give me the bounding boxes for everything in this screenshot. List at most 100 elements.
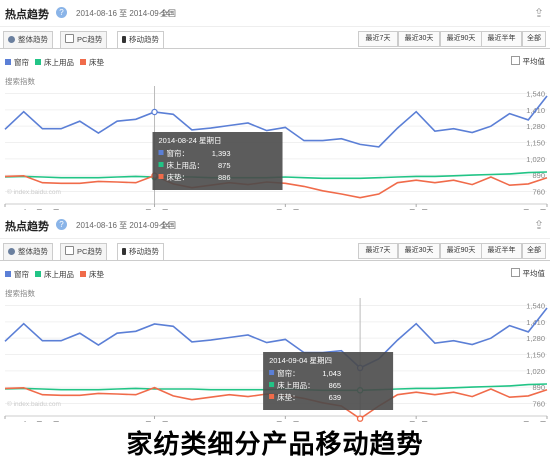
x-tick-label: 8月24日 [140,421,169,422]
average-label: 平均值 [522,57,546,66]
help-icon[interactable]: ? [56,219,67,230]
tooltip-swatch [158,150,164,155]
divider [0,260,550,261]
watermark: © index.baidu.com [7,400,61,408]
time-range-button[interactable]: 最近7天 [358,243,398,259]
time-range-button[interactable]: 全部 [522,243,546,259]
data-point[interactable] [356,415,364,422]
tab-label: 整体趋势 [18,35,48,44]
legend-item[interactable]: 床垫 [80,57,104,68]
tab-label: 移动趋势 [129,35,159,44]
tooltip-swatch [269,382,275,387]
pc-icon [65,34,74,43]
tooltip-value: 875 [218,161,231,170]
pc-icon [65,246,74,255]
checkbox[interactable] [510,268,520,277]
x-tick-label: 8月31日 [271,209,300,210]
x-tick-label: 9月14日 [518,209,547,210]
average-toggle[interactable]: 平均值 [510,268,545,279]
y-tick-label: 1,540 [526,90,545,99]
tab-mobile[interactable]: 移动趋势 [117,243,164,261]
y-tick-label: 760 [532,399,545,408]
tooltip-swatch [158,174,164,179]
legend-item[interactable]: 窗帘 [5,57,29,68]
legend-item[interactable]: 床上用品 [35,269,74,280]
tooltip: 2014-09-04 星期四窗帘： 1,043 床上用品： 865 床垫： 639 [263,352,394,410]
divider [0,48,550,49]
tooltip-label: 床上用品： [167,160,205,170]
time-range-button[interactable]: 最近半年 [481,31,522,47]
time-range-button[interactable]: 最近90天 [440,243,482,259]
caption: 家纺类细分产品移动趋势 [126,429,424,459]
tooltip-swatch [269,394,275,399]
legend-item[interactable]: 床垫 [80,269,104,280]
tab-label: PC趋势 [77,35,103,44]
watermark: © index.baidu.com [7,188,61,196]
panel-header: 热点趋势? 2014-08-16 至 2014-09-14 全国 ⇪ [0,212,550,239]
overall-icon [8,248,15,255]
x-tick-label: 9月7日 [404,421,429,422]
legend-label: 床垫 [89,270,104,279]
legend-swatch [80,271,86,277]
tab-label: 移动趋势 [129,247,159,256]
tooltip-label: 床垫： [167,172,190,182]
y-axis-label: 搜索指数 [5,76,35,86]
tooltip-value: 865 [329,381,342,390]
y-tick-label: 1,020 [526,155,545,164]
tooltip-value: 886 [218,173,231,182]
tab-overall[interactable]: 整体趋势 [3,243,53,261]
tooltip-label: 窗帘： [277,368,300,378]
legend-label: 床垫 [89,58,104,67]
x-tick-label: 8月31日 [271,421,300,422]
legend-swatch [80,59,86,65]
panel-title: 热点趋势 [5,9,49,21]
tooltip-label: 窗帘： [167,148,190,158]
legend-swatch [35,59,41,65]
legend-item[interactable]: 床上用品 [35,57,74,68]
legend-label: 床上用品 [44,270,74,279]
time-range-button[interactable]: 最近30天 [398,243,440,259]
region-label[interactable]: 全国 [160,220,176,231]
tooltip: 2014-08-24 星期日窗帘： 1,393 床上用品： 875 床垫： 886 [152,132,283,190]
region-label[interactable]: 全国 [160,8,176,19]
trend-chart: 搜索指数7608901,0201,1501,2801,4101,5402014年… [4,76,548,210]
time-range-button[interactable]: 最近30天 [398,31,440,47]
tooltip-value: 639 [329,393,342,402]
time-range-button[interactable]: 全部 [522,31,546,47]
tab-overall[interactable]: 整体趋势 [3,31,53,49]
mobile-icon [122,248,126,255]
tooltip-swatch [158,162,164,167]
y-tick-label: 1,150 [526,139,545,148]
y-tick-label: 1,280 [526,334,545,343]
time-range-button[interactable]: 最近90天 [440,31,482,47]
mobile-icon [122,36,126,43]
tooltip-value: 1,043 [322,369,341,378]
legend-label: 床上用品 [44,58,74,67]
trend-chart: 搜索指数7608901,0201,1501,2801,4101,5402014年… [4,288,548,422]
overall-icon [8,36,15,43]
date-range[interactable]: 2014-08-16 至 2014-09-14 [76,220,170,231]
x-tick-label: 2014年8月16日 [5,208,60,210]
tab-label: 整体趋势 [18,247,48,256]
y-axis-label: 搜索指数 [5,288,35,298]
checkbox[interactable] [510,56,520,65]
date-range[interactable]: 2014-08-16 至 2014-09-14 [76,8,170,19]
data-point[interactable] [151,108,158,116]
average-toggle[interactable]: 平均值 [510,56,546,67]
share-icon[interactable]: ⇪ [534,6,544,20]
y-tick-label: 1,280 [526,122,545,131]
tooltip-title: 2014-08-24 星期日 [159,136,222,145]
tab-pc[interactable]: PC趋势 [60,243,108,261]
share-icon[interactable]: ⇪ [534,218,544,232]
legend-label: 窗帘 [14,270,29,279]
tooltip-swatch [269,370,275,375]
panel-header: 热点趋势? 2014-08-16 至 2014-09-14 全国 ⇪ [0,0,550,27]
y-tick-label: 1,020 [526,367,545,376]
time-range-button[interactable]: 最近半年 [481,243,522,259]
x-tick-label: 9月14日 [518,421,547,422]
legend-item[interactable]: 窗帘 [5,269,29,280]
tab-pc[interactable]: PC趋势 [60,31,108,49]
time-range-button[interactable]: 最近7天 [358,31,398,47]
help-icon[interactable]: ? [56,7,67,18]
tab-mobile[interactable]: 移动趋势 [117,31,164,49]
